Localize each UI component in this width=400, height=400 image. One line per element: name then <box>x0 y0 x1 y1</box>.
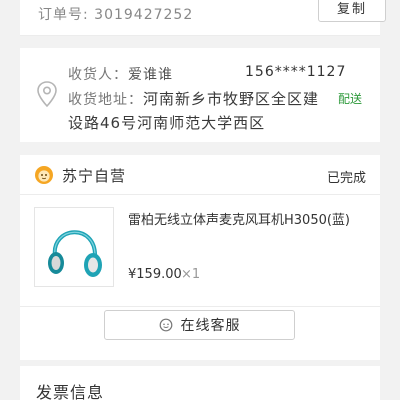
order-item[interactable]: 雷柏无线立体声麦克风耳机H3050(蓝) ¥159.00 ×1 <box>20 195 380 307</box>
copy-button[interactable]: 复制 <box>318 0 386 22</box>
order-number: 订单号: 3019427252 <box>38 7 194 23</box>
invoice-card: 发票信息 <box>20 366 380 400</box>
product-title[interactable]: 雷柏无线立体声麦克风耳机H3050(蓝) <box>128 209 350 228</box>
receiver-line: 收货人：爱谁谁 <box>68 64 173 84</box>
address-label: 收货地址： <box>68 92 143 108</box>
chat-icon <box>159 318 172 332</box>
order-status: 已完成 <box>327 171 367 186</box>
delivery-mode: 配送 <box>338 92 363 106</box>
order-number-card: 订单号: 3019427252 复制 <box>20 0 386 36</box>
headphones-icon <box>48 230 102 277</box>
store-name[interactable]: 苏宁自营 <box>62 165 126 186</box>
receiver-phone: 156****1127 <box>245 64 347 80</box>
invoice-title: 发票信息 <box>36 383 105 400</box>
store-header: 苏宁自营 已完成 <box>20 155 380 195</box>
product-thumbnail[interactable] <box>34 207 114 287</box>
receiver-label: 收货人： <box>68 67 128 83</box>
location-pin-icon <box>37 81 57 108</box>
online-customer-service-button[interactable]: 在线客服 <box>104 310 295 340</box>
product-price: ¥159.00 <box>128 267 182 282</box>
address-card: 收货人：爱谁谁 156****1127 收货地址：河南新乡市牧野区全区建设路46… <box>20 48 380 142</box>
store-order-card: 苏宁自营 已完成 雷柏无线立体声麦克风耳机H3050(蓝) ¥159.00 ×1… <box>20 155 380 360</box>
product-quantity: ×1 <box>181 267 201 282</box>
receiver-name: 爱谁谁 <box>128 67 173 83</box>
service-button-label: 在线客服 <box>180 318 241 334</box>
suning-lion-icon <box>35 166 53 184</box>
shipping-address: 收货地址：河南新乡市牧野区全区建设路46号河南师范大学西区 <box>68 88 330 135</box>
